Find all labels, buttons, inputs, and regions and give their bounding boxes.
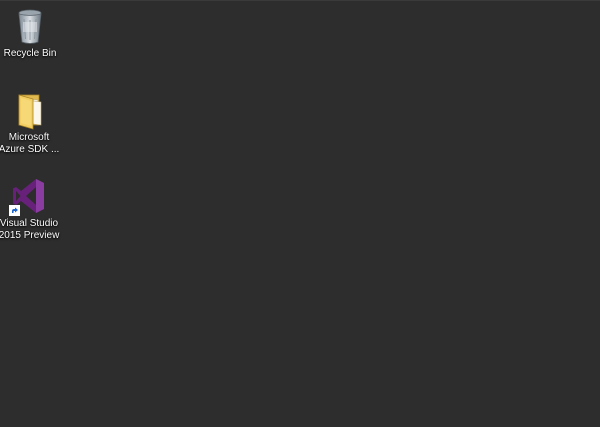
desktop[interactable]: Recycle Bin Microsoft Azure SDK ... Visu…: [0, 0, 600, 427]
desktop-icon-recycle-bin[interactable]: Recycle Bin: [0, 6, 62, 60]
visual-studio-icon: [9, 176, 49, 216]
desktop-icon-visual-studio[interactable]: Visual Studio 2015 Preview: [0, 176, 61, 242]
azure-sdk-folder-label: Microsoft Azure SDK ...: [0, 132, 60, 155]
visual-studio-label: Visual Studio 2015 Preview: [0, 218, 60, 241]
shortcut-arrow-icon: [9, 205, 20, 216]
recycle-bin-icon: [10, 6, 50, 46]
recycle-bin-label: Recycle Bin: [3, 48, 57, 59]
folder-icon: [9, 90, 49, 130]
desktop-icon-azure-sdk-folder[interactable]: Microsoft Azure SDK ...: [0, 90, 61, 156]
